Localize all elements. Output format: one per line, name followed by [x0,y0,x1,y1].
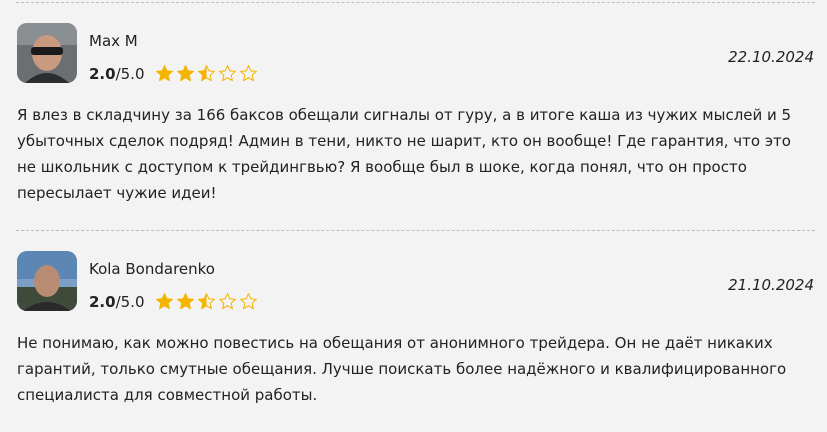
review-text: Не понимаю, как можно повестись на обеща… [17,334,787,404]
review-text: Я влез в складчину за 166 баксов обещали… [17,106,792,202]
star-half-icon [197,65,215,82]
star-empty-icon [239,293,257,310]
star-empty-icon [218,293,236,310]
star-filled-icon [155,293,173,310]
top-divider [16,2,815,3]
avatar [17,251,77,311]
star-rating [155,292,258,311]
star-empty-icon [239,65,257,82]
rating-score: 2.0 [89,292,116,311]
star-half-icon [197,293,215,310]
star-rating [155,64,258,83]
star-filled-icon [155,65,173,82]
author-name: Kola Bondarenko [89,260,215,278]
avatar [17,23,77,83]
star-filled-icon [176,65,194,82]
rating-max: /5.0 [115,64,145,83]
rating-max: /5.0 [115,292,145,311]
review-date: 22.10.2024 [728,48,814,66]
star-filled-icon [176,293,194,310]
rating-score: 2.0 [89,64,116,83]
rating: 2.0 /5.0 [89,292,258,311]
star-empty-icon [218,65,236,82]
author-name: Max M [89,32,138,50]
review-date: 21.10.2024 [728,276,814,294]
review-divider [16,230,815,231]
rating: 2.0 /5.0 [89,64,258,83]
